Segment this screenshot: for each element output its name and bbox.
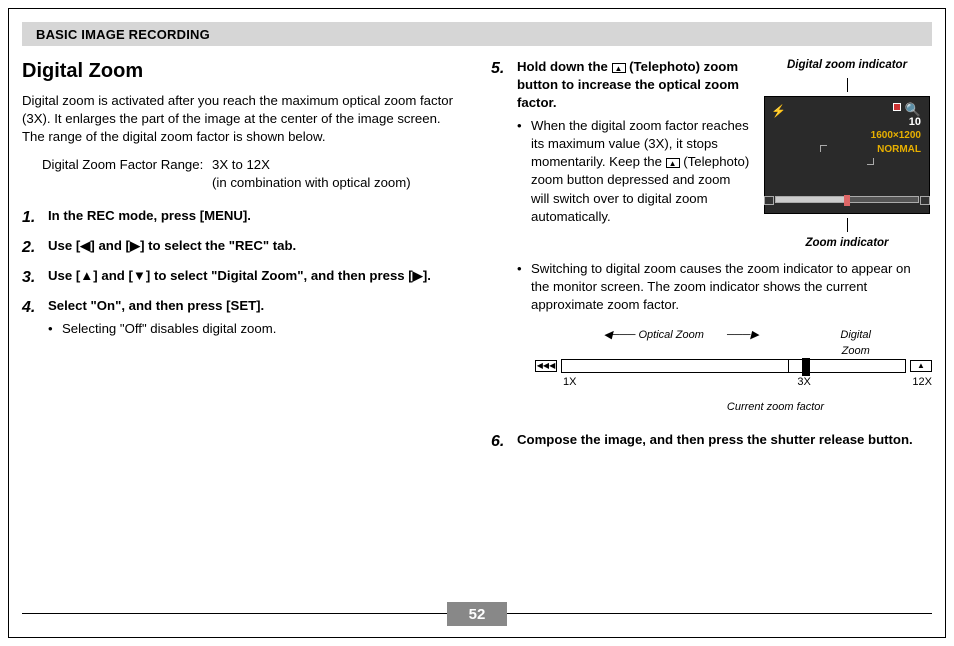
step-1-text: In the REC mode, press [MENU]. [48, 208, 251, 223]
right-column: Hold down the ▲ (Telephoto) zoom button … [491, 58, 932, 598]
step-3: Use [▲] and [▼] to select "Digital Zoom"… [22, 267, 463, 285]
step-2: Use [◀] and [▶] to select the "REC" tab. [22, 237, 463, 255]
step-3-text: Use [▲] and [▼] to select "Digital Zoom"… [48, 268, 431, 283]
step-1: In the REC mode, press [MENU]. [22, 207, 463, 225]
tick-3x [788, 359, 789, 373]
focus-brackets-icon [820, 145, 874, 165]
zoom-indicator-label: Zoom indicator [805, 236, 888, 252]
step-2-text: Use [◀] and [▶] to select the "REC" tab. [48, 238, 296, 253]
camera-lcd: ⚡ 🔍 10 1600×1200 NORMAL [764, 96, 930, 214]
intro-paragraph: Digital zoom is activated after you reac… [22, 92, 463, 147]
current-zoom-label: Current zoom factor [619, 400, 932, 415]
content: Digital Zoom Digital zoom is activated a… [22, 50, 932, 598]
telephoto-icon-2: ▲ [666, 158, 680, 168]
step-4-text: Select "On", and then press [SET]. [48, 298, 264, 313]
page-number-text: 52 [469, 606, 486, 623]
step-5: Hold down the ▲ (Telephoto) zoom button … [491, 58, 932, 415]
resolution-text: 1600×1200 NORMAL [871, 129, 921, 157]
resolution-line2: NORMAL [877, 144, 921, 155]
resolution-line1: 1600×1200 [871, 130, 921, 141]
section-header: BASIC IMAGE RECORDING [22, 22, 932, 46]
label-1x: 1X [563, 375, 576, 390]
current-zoom-knob [802, 358, 810, 376]
rec-indicator-icon [893, 103, 901, 111]
step-6-text: Compose the image, and then press the sh… [517, 432, 913, 447]
range-value-2: (in combination with optical zoom) [212, 174, 411, 192]
step-5-bullet-2: Switching to digital zoom causes the zoo… [517, 260, 932, 315]
digital-zoom-indicator-label: Digital zoom indicator [787, 58, 907, 74]
digital-zoom-label: Digital Zoom [799, 328, 932, 358]
wide-icon: ◀◀◀ [535, 360, 557, 372]
page-title: Digital Zoom [22, 58, 463, 86]
label-12x: 12X [815, 375, 932, 390]
step-5-text-a: Hold down the [517, 59, 612, 74]
steps-list: In the REC mode, press [MENU]. Use [◀] a… [22, 207, 463, 338]
zoom-range-block: Digital Zoom Factor Range: 3X to 12X (in… [42, 156, 463, 192]
optical-zoom-label: ◀─── Optical Zoom ───▶ [563, 328, 799, 358]
left-column: Digital Zoom Digital zoom is activated a… [22, 58, 463, 598]
step-4-sub: Selecting "Off" disables digital zoom. [48, 320, 463, 338]
step-4: Select "On", and then press [SET]. Selec… [22, 297, 463, 337]
steps-list-cont: Hold down the ▲ (Telephoto) zoom button … [491, 58, 932, 449]
shot-count: 10 [909, 115, 921, 130]
zoom-knob [844, 195, 850, 206]
zoom-range-diagram: ◀─── Optical Zoom ───▶ Digital Zoom ◀◀◀ … [535, 328, 932, 415]
range-label: Digital Zoom Factor Range: [42, 156, 212, 174]
step-6: Compose the image, and then press the sh… [491, 431, 932, 449]
flash-icon: ⚡ [771, 103, 786, 120]
zoom-bar [775, 196, 919, 203]
zoom-scale-bar [561, 359, 906, 373]
tele-icon: ▲ [910, 360, 932, 372]
label-3x: 3X [576, 375, 814, 390]
section-header-text: BASIC IMAGE RECORDING [36, 27, 210, 42]
page-number: 52 [447, 602, 507, 626]
zoom-wide-icon [764, 196, 774, 205]
step-5-sub: When the digital zoom factor reaches its… [517, 117, 752, 226]
range-value-1: 3X to 12X [212, 156, 270, 174]
telephoto-icon: ▲ [612, 63, 626, 73]
zoom-tele-icon [920, 196, 930, 205]
camera-screen-illustration: Digital zoom indicator ⚡ 🔍 10 1600×1200 … [762, 58, 932, 252]
